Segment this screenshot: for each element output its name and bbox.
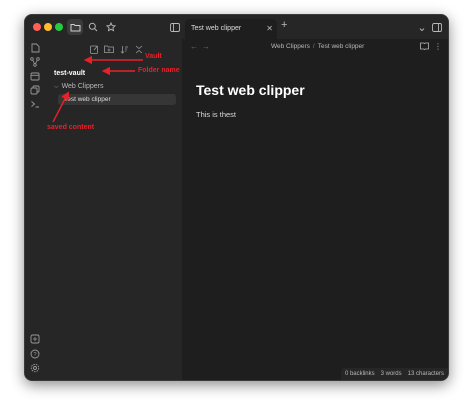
vault-annotation: Vault	[145, 53, 162, 60]
saved-content-annotation: saved content	[47, 124, 95, 131]
annotation-arrows	[52, 55, 143, 123]
content-arrow	[52, 91, 69, 123]
folder-annotation: Folder name	[138, 67, 180, 74]
